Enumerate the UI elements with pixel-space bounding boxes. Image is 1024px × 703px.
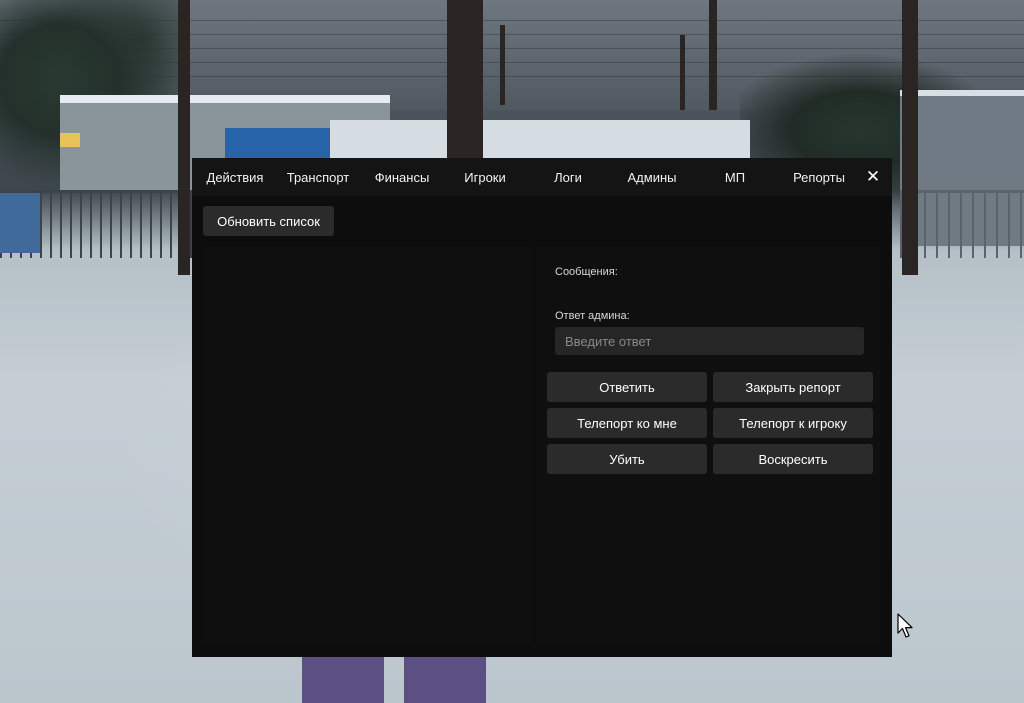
revive-button[interactable]: Воскресить [713,444,873,474]
utility-pole [680,35,685,110]
utility-pole [709,0,717,110]
utility-pole [178,0,190,275]
kill-button[interactable]: Убить [547,444,707,474]
tab-players[interactable]: Игроки [464,158,506,196]
tab-transport[interactable]: Транспорт [287,158,350,196]
teleport-to-player-button[interactable]: Телепорт к игроку [713,408,873,438]
close-report-button[interactable]: Закрыть репорт [713,372,873,402]
tab-admins[interactable]: Админы [628,158,677,196]
report-list[interactable] [203,247,531,645]
admin-panel: Действия Транспорт Финансы Игроки Логи А… [192,158,892,657]
tab-logs[interactable]: Логи [554,158,582,196]
close-icon[interactable]: ✕ [864,167,882,187]
utility-pole [902,0,918,275]
utility-pole [447,0,483,160]
character-leg [302,657,384,703]
fence-right [900,190,1024,258]
tab-actions[interactable]: Действия [207,158,264,196]
tab-reports[interactable]: Репорты [793,158,845,196]
character-leg [404,657,486,703]
snowy-roof [330,120,750,160]
fence-left [0,190,200,258]
messages-label: Сообщения: [555,266,618,278]
reply-button[interactable]: Ответить [547,372,707,402]
mouse-cursor-icon [897,613,913,638]
tab-finance[interactable]: Финансы [375,158,430,196]
utility-pole [500,25,505,105]
lit-window [60,133,80,147]
report-details: Сообщения: Ответ админа: Ответить Закрыт… [537,247,880,645]
admin-reply-label: Ответ админа: [555,310,630,322]
tab-events[interactable]: МП [725,158,745,196]
teleport-to-me-button[interactable]: Телепорт ко мне [547,408,707,438]
tab-bar: Действия Транспорт Финансы Игроки Логи А… [192,158,892,196]
refresh-list-button[interactable]: Обновить список [203,206,334,236]
blue-fence-section [0,193,40,253]
admin-reply-input[interactable] [555,327,864,355]
